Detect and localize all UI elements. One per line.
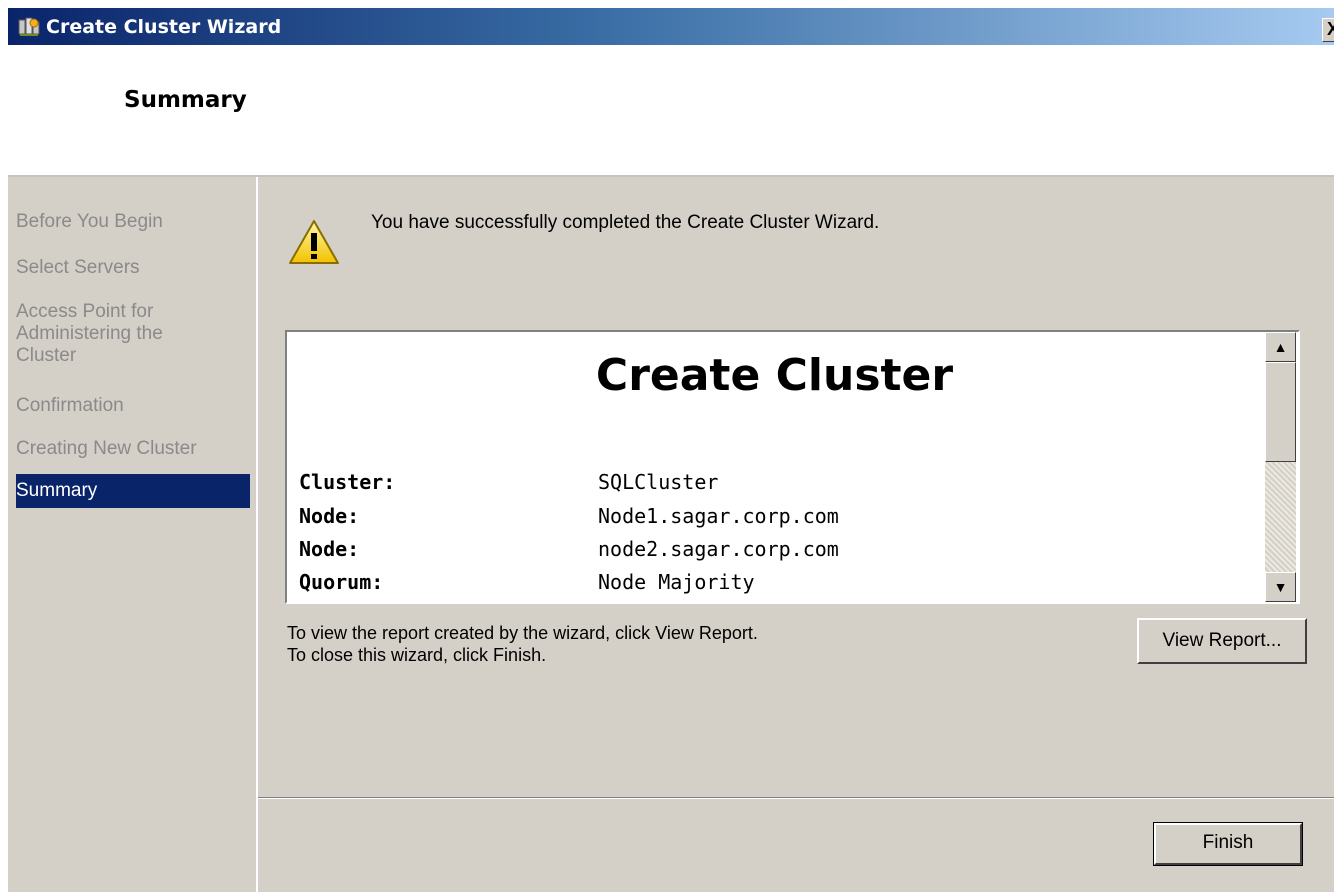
cluster-icon xyxy=(18,17,40,36)
wizard-header: Summary xyxy=(8,45,1334,177)
report-row-key: Node: xyxy=(299,504,360,528)
report-scrollbar[interactable]: ▲ ▼ xyxy=(1265,332,1296,602)
report-row-key: Cluster: xyxy=(299,470,396,494)
page-title: Summary xyxy=(124,87,247,113)
nav-item-creating-new-cluster[interactable]: Creating New Cluster xyxy=(16,438,250,460)
report-row-value: SQLCluster xyxy=(598,470,719,494)
report-row-value: node2.sagar.corp.com xyxy=(598,537,839,561)
report-row-value: Node Majority xyxy=(598,570,755,594)
scroll-track[interactable] xyxy=(1265,462,1296,572)
report-row-key: Node: xyxy=(299,537,360,561)
warning-icon xyxy=(289,220,339,264)
title-bar[interactable]: Create Cluster Wizard X xyxy=(8,8,1334,45)
instruction-view-report: To view the report created by the wizard… xyxy=(287,623,758,643)
scroll-down-icon[interactable]: ▼ xyxy=(1265,572,1296,602)
wizard-window: Create Cluster Wizard X Summary Before Y… xyxy=(0,0,1334,892)
summary-content: You have successfully completed the Crea… xyxy=(258,177,1334,892)
report-title: Create Cluster xyxy=(595,350,954,401)
close-button[interactable]: X xyxy=(1322,18,1334,42)
nav-item-confirmation[interactable]: Confirmation xyxy=(16,395,250,417)
window-title: Create Cluster Wizard xyxy=(46,16,282,38)
success-message: You have successfully completed the Crea… xyxy=(371,212,880,233)
report-row-key: Quorum: xyxy=(299,570,384,594)
wizard-body: Before You Begin Select Servers Access P… xyxy=(8,177,1334,892)
footer-divider xyxy=(258,797,1334,799)
finish-button[interactable]: Finish xyxy=(1153,822,1303,866)
nav-item-before-you-begin[interactable]: Before You Begin xyxy=(16,211,250,233)
report-row-value: Node1.sagar.corp.com xyxy=(598,504,839,528)
step-navigation: Before You Begin Select Servers Access P… xyxy=(8,177,258,892)
instruction-finish: To close this wizard, click Finish. xyxy=(287,645,547,665)
nav-item-access-point[interactable]: Access Point for Administering the Clust… xyxy=(16,301,216,367)
view-report-button[interactable]: View Report... xyxy=(1137,618,1307,664)
report-panel[interactable]: Create Cluster Cluster: SQLCluster Node:… xyxy=(285,330,1300,604)
scroll-up-icon[interactable]: ▲ xyxy=(1265,332,1296,362)
instructions: To view the report created by the wizard… xyxy=(287,622,758,666)
nav-item-select-servers[interactable]: Select Servers xyxy=(16,257,250,279)
nav-item-summary[interactable]: Summary xyxy=(16,474,250,508)
scroll-thumb[interactable] xyxy=(1265,362,1296,462)
